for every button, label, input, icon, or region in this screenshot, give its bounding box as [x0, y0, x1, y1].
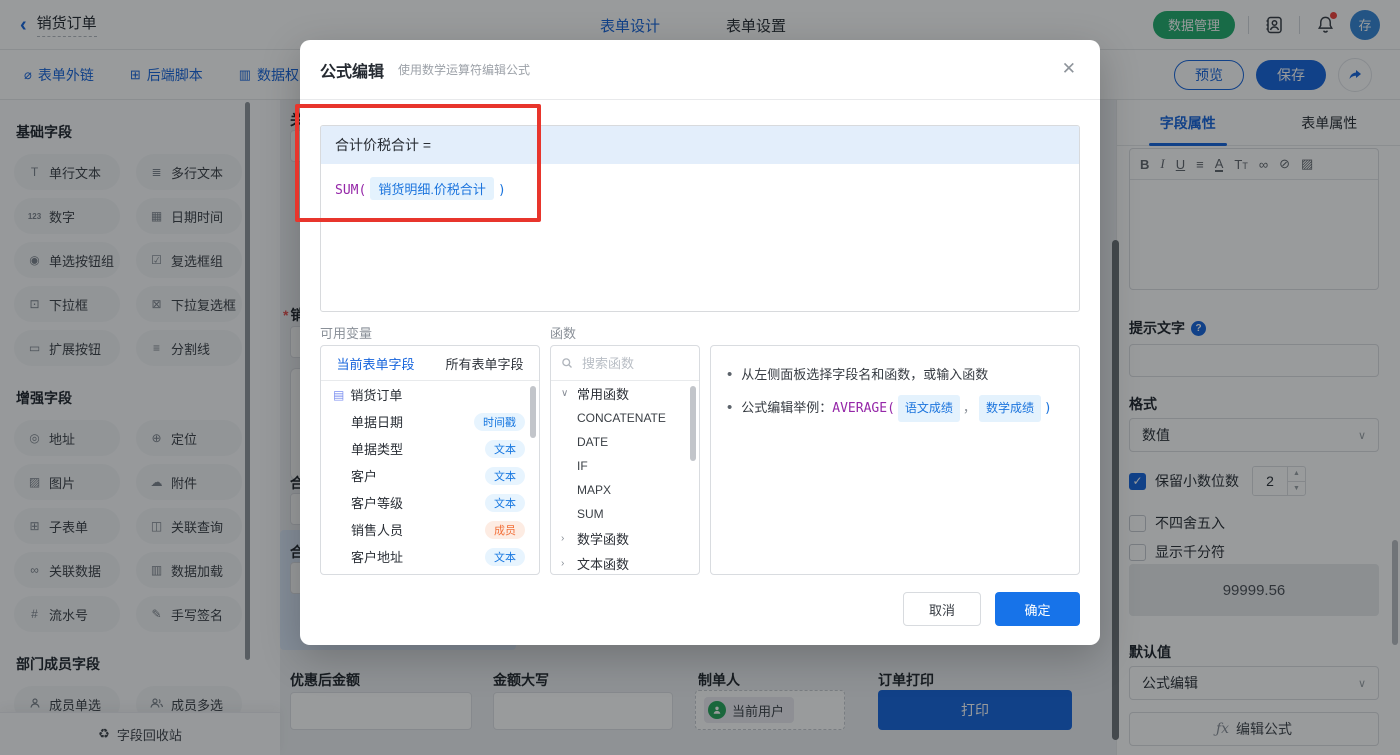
function-search [551, 346, 699, 381]
form-doc-icon: ▤ [333, 388, 344, 402]
formula-target: 合计价税合计 = [321, 126, 1079, 164]
type-badge: 文本 [485, 467, 525, 485]
type-badge: 文本 [485, 440, 525, 458]
close-icon[interactable]: ✕ [1062, 60, 1076, 77]
function-item-if[interactable]: IF [551, 454, 699, 478]
chevron-right-icon: › [561, 533, 571, 544]
chevron-down-icon: ∨ [561, 388, 571, 399]
function-group-label: 数学函数 [577, 529, 629, 548]
variable-row[interactable]: 客户等级文本 [321, 489, 539, 516]
function-item-mapx[interactable]: MAPX [551, 478, 699, 502]
functions-label: 函数 [550, 323, 576, 342]
variables-scrollbar[interactable] [530, 386, 536, 438]
modal-title: 公式编辑 [320, 58, 384, 82]
help-line-1: • 从左侧面板选择字段名和函数，或输入函数 [727, 362, 1063, 387]
variable-row[interactable]: 单据日期时间戳 [321, 408, 539, 435]
type-badge: 成员 [485, 521, 525, 539]
search-icon [561, 357, 573, 369]
variable-root-label: 销货订单 [350, 385, 402, 404]
cancel-button[interactable]: 取消 [903, 592, 981, 626]
function-group-label: 文本函数 [577, 554, 629, 573]
variable-row[interactable]: 客户地址文本 [321, 543, 539, 570]
variable-row[interactable]: 销售人员成员 [321, 516, 539, 543]
function-item-date[interactable]: DATE [551, 430, 699, 454]
functions-panel: ∨ 常用函数 CONCATENATE DATE IF MAPX SUM › 数学… [550, 345, 700, 575]
function-group-label: 常用函数 [577, 384, 629, 403]
bullet-icon: • [727, 395, 732, 422]
example-chip-2: 数学成绩 [979, 395, 1041, 422]
function-item-concatenate[interactable]: CONCATENATE [551, 406, 699, 430]
type-badge: 时间戳 [474, 413, 525, 431]
function-search-input[interactable] [580, 355, 684, 372]
help-panel: • 从左侧面板选择字段名和函数，或输入函数 • 公式编辑举例：AVERAGE(语… [710, 345, 1080, 575]
tab-all-form-fields[interactable]: 所有表单字段 [430, 354, 539, 373]
function-group-math[interactable]: › 数学函数 [551, 526, 699, 551]
type-badge: 文本 [485, 548, 525, 566]
example-function: AVERAGE( [832, 401, 895, 416]
tab-current-form-fields[interactable]: 当前表单字段 [321, 354, 430, 373]
variables-panel: 当前表单字段 所有表单字段 ▤ 销货订单 单据日期时间戳 单据类型文本 客户文本… [320, 345, 540, 575]
formula-field-chip[interactable]: 销货明细.价税合计 [370, 177, 494, 200]
variable-row[interactable]: 单据类型文本 [321, 435, 539, 462]
bullet-icon: • [727, 362, 732, 387]
chevron-right-icon: › [561, 558, 571, 569]
function-group-common[interactable]: ∨ 常用函数 [551, 381, 699, 406]
formula-function: SUM( [335, 183, 366, 198]
form-designer-app: ‹ 销货订单 表单设计 表单设置 数据管理 [0, 0, 1400, 755]
variable-row[interactable]: 客户文本 [321, 462, 539, 489]
formula-edit-modal: 公式编辑 使用数学运算符编辑公式 ✕ 合计价税合计 = SUM( 销货明细.价税合… [300, 40, 1100, 645]
formula-close-paren: ) [498, 183, 506, 198]
formula-expression[interactable]: SUM( 销货明细.价税合计) [321, 164, 1079, 213]
functions-scrollbar[interactable] [690, 386, 696, 461]
function-group-text[interactable]: › 文本函数 [551, 551, 699, 575]
modal-subtitle: 使用数学运算符编辑公式 [398, 61, 530, 78]
help-line-2: • 公式编辑举例：AVERAGE(语文成绩，数学成绩) [727, 395, 1063, 422]
variables-label: 可用变量 [320, 323, 372, 342]
example-chip-1: 语文成绩 [898, 395, 960, 422]
modal-header: 公式编辑 使用数学运算符编辑公式 ✕ [300, 40, 1100, 100]
confirm-button[interactable]: 确定 [995, 592, 1080, 626]
variables-tabs: 当前表单字段 所有表单字段 [321, 346, 539, 381]
variable-root-row[interactable]: ▤ 销货订单 [321, 381, 539, 408]
type-badge: 文本 [485, 494, 525, 512]
function-item-sum[interactable]: SUM [551, 502, 699, 526]
formula-editor[interactable]: 合计价税合计 = SUM( 销货明细.价税合计) [320, 125, 1080, 312]
